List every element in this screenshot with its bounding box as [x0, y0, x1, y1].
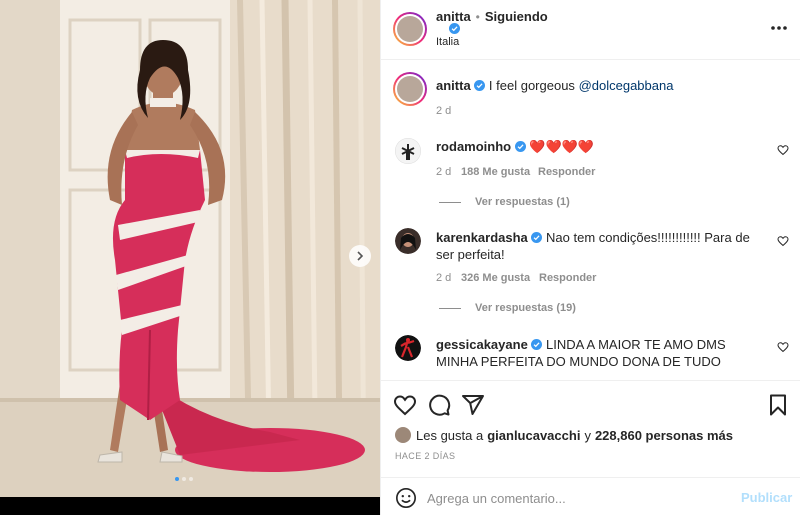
comment-likes[interactable]: 326 Me gusta — [461, 272, 530, 284]
comment: rodamoinho ❤️❤️❤️❤️ — [436, 138, 756, 155]
post-photo[interactable] — [0, 0, 380, 497]
post-comment-button[interactable]: Publicar — [741, 490, 792, 505]
likes-prefix: Les gusta a — [416, 427, 484, 443]
carousel-dot — [182, 477, 186, 481]
post-media — [0, 0, 380, 515]
comment-username[interactable]: gessicakayane — [436, 337, 528, 352]
comment-age[interactable]: 2 d — [436, 272, 451, 284]
follow-state[interactable]: Siguiendo — [485, 9, 548, 24]
verified-icon — [474, 80, 486, 91]
comment-text: ❤️❤️❤️❤️ — [529, 139, 595, 154]
post-date[interactable]: HACE 2 DÍAS — [395, 451, 455, 461]
carousel-dot — [189, 477, 193, 481]
liker-username[interactable]: gianlucavacchi — [487, 428, 580, 443]
next-slide-button[interactable] — [349, 245, 371, 267]
author-username[interactable]: anitta — [436, 9, 471, 24]
comment-avatar[interactable] — [395, 228, 421, 254]
view-replies-button[interactable]: Ver respuestas (1) — [439, 196, 570, 208]
comment-age[interactable]: 2 d — [436, 166, 451, 178]
view-replies-button[interactable]: Ver respuestas (19) — [439, 302, 576, 314]
heart-icon[interactable] — [777, 235, 789, 247]
caption-text: I feel gorgeous — [488, 78, 575, 93]
more-options-icon[interactable] — [769, 18, 789, 38]
media-bottom-bar — [0, 497, 380, 515]
comments-list[interactable]: anitta I feel gorgeous @dolcegabbana 2 d… — [381, 60, 800, 380]
comment: gessicakayane LINDA A MAIOR TE AMO DMS M… — [436, 336, 766, 370]
view-replies-label: Ver respuestas (19) — [475, 302, 576, 314]
reply-button[interactable]: Responder — [539, 272, 596, 284]
comment-avatar[interactable] — [395, 138, 421, 164]
heart-icon[interactable] — [777, 144, 789, 156]
share-icon[interactable] — [461, 393, 485, 417]
comment-avatar[interactable] — [395, 335, 421, 361]
caption-mention[interactable]: @dolcegabbana — [579, 78, 674, 93]
heart-icon[interactable] — [777, 341, 789, 353]
divider — [439, 307, 461, 309]
verified-icon — [449, 23, 460, 34]
bookmark-icon[interactable] — [766, 393, 790, 417]
comment-username[interactable]: karenkardasha — [436, 230, 528, 245]
likes-count[interactable]: 228,860 personas más — [595, 428, 733, 443]
separator-dot: • — [475, 9, 480, 24]
author-avatar[interactable] — [393, 12, 427, 46]
post-location[interactable]: Italia — [436, 36, 459, 48]
heart-icon[interactable] — [393, 393, 417, 417]
verified-icon — [531, 232, 543, 243]
comment-likes[interactable]: 188 Me gusta — [461, 166, 530, 178]
comment-icon[interactable] — [427, 393, 451, 417]
chevron-right-icon — [357, 251, 364, 261]
comment-composer: Publicar — [381, 477, 800, 515]
emoji-icon[interactable] — [395, 487, 417, 509]
likes-summary: Les gusta a gianlucavacchi y 228,860 per… — [395, 427, 733, 443]
liker-avatar[interactable] — [395, 427, 411, 443]
caption-age[interactable]: 2 d — [436, 105, 451, 117]
post-dialog: anitta • Siguiendo Italia anitta I feel … — [0, 0, 800, 515]
caption: anitta I feel gorgeous @dolcegabbana — [436, 77, 776, 94]
comment-username[interactable]: rodamoinho — [436, 139, 511, 154]
caption-username[interactable]: anitta — [436, 78, 471, 93]
divider — [439, 201, 461, 203]
post-details-panel: anitta • Siguiendo Italia anitta I feel … — [380, 0, 800, 515]
reply-button[interactable]: Responder — [538, 166, 595, 178]
carousel-dot — [175, 477, 179, 481]
comment: karenkardasha Nao tem condições!!!!!!!!!… — [436, 229, 756, 263]
carousel-indicator — [175, 477, 193, 481]
verified-icon — [514, 141, 526, 152]
verified-icon — [531, 339, 543, 350]
caption-avatar[interactable] — [393, 72, 427, 106]
likes-joiner: y — [584, 427, 591, 443]
post-header: anitta • Siguiendo Italia — [381, 0, 800, 60]
comment-input[interactable] — [427, 488, 727, 508]
view-replies-label: Ver respuestas (1) — [475, 196, 570, 208]
